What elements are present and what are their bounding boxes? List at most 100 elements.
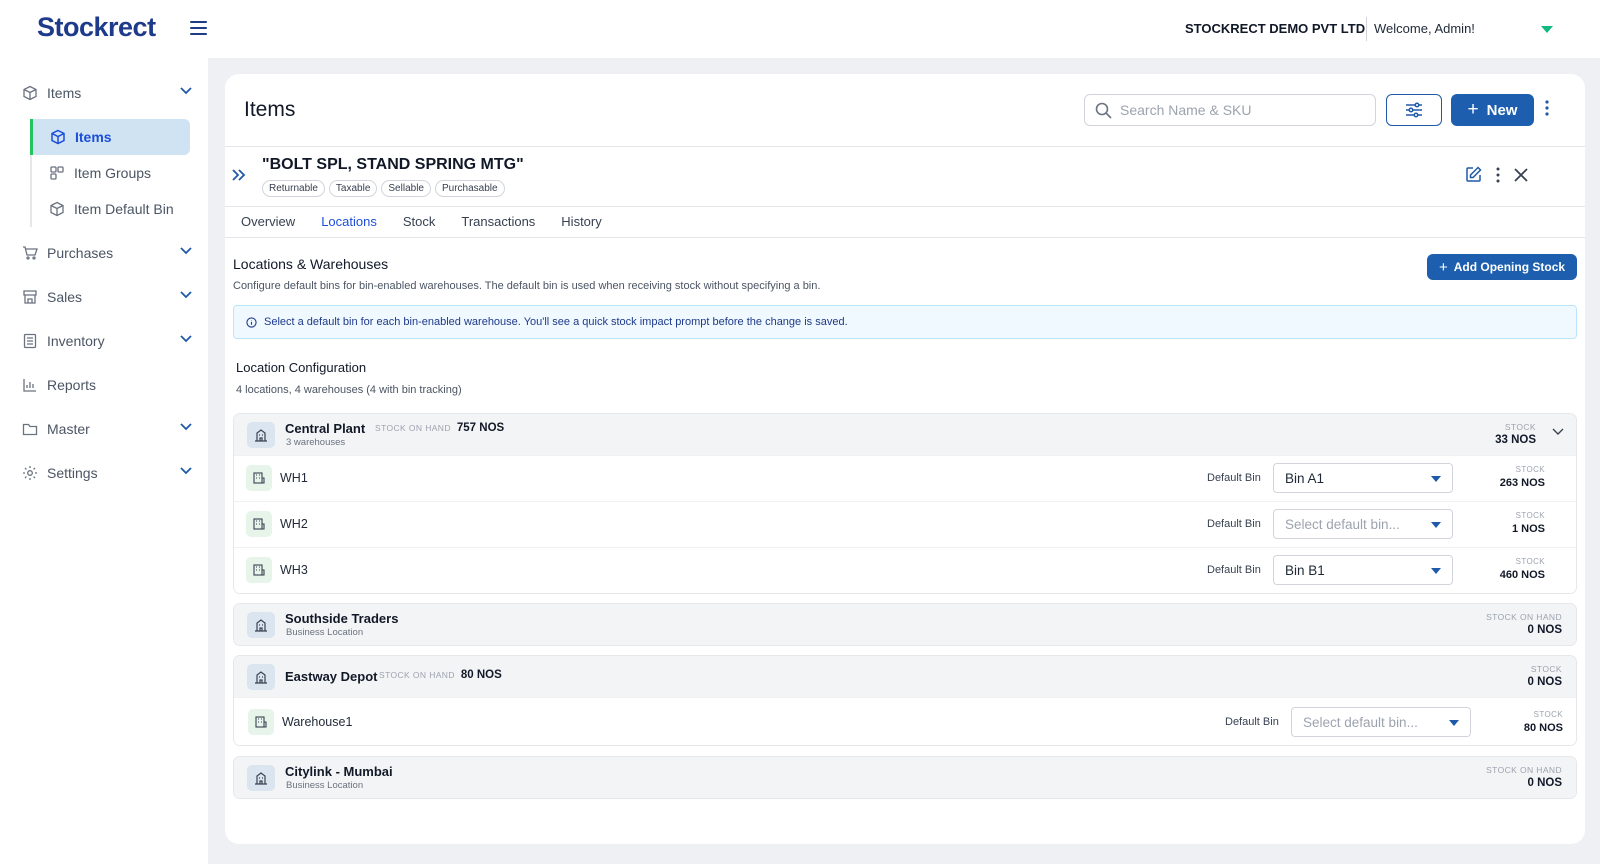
more-vertical-icon[interactable] [1496,167,1500,183]
location-group-central-plant: Central Plant 3 warehouses STOCK ON HAND… [233,413,1577,594]
chevron-down-icon[interactable] [180,467,192,475]
chevron-down-icon[interactable] [180,291,192,299]
config-subtitle: 4 locations, 4 warehouses (4 with bin tr… [236,384,462,396]
default-bin-label: Default Bin [1207,518,1261,530]
location-group-eastway-depot: Eastway Depot STOCK ON HAND 80 NOS STOCK… [233,655,1577,746]
location-stock: STOCK ON HAND 0 NOS [1486,612,1562,636]
default-bin-select[interactable]: Bin A1 [1273,463,1453,493]
location-header[interactable]: Eastway Depot STOCK ON HAND 80 NOS STOCK… [234,656,1576,697]
stock-on-hand: STOCK ON HAND 80 NOS [379,669,502,681]
sidebar-subitem-label: Item Groups [74,165,152,181]
chevron-down-icon[interactable] [180,87,192,95]
building-icon [247,664,275,690]
tab-transactions[interactable]: Transactions [461,214,535,235]
search-box[interactable] [1084,94,1376,126]
chart-icon [23,379,36,392]
new-button[interactable]: + New [1451,94,1534,126]
section-title: Locations & Warehouses [233,256,389,272]
warehouse-name: WH2 [280,517,308,531]
dropdown-caret-icon [1449,720,1459,726]
sidebar-item-master[interactable]: Master [22,416,192,442]
close-icon[interactable] [1514,167,1528,182]
location-header[interactable]: Central Plant 3 warehouses STOCK ON HAND… [234,414,1576,455]
default-bin-select[interactable]: Select default bin... [1291,707,1471,737]
sidebar-subitem-label: Items [75,129,112,145]
chevron-down-icon[interactable] [180,423,192,431]
stock-on-hand: STOCK ON HAND 757 NOS [375,422,505,434]
location-sub: Business Location [286,627,364,638]
tag-badge: Taxable [328,180,378,197]
sidebar-item-purchases[interactable]: Purchases [22,240,192,266]
location-sub: Business Location [286,780,364,791]
items-card: Items +New "BOLT SPL, STAND SPRING MTG" … [225,74,1585,844]
warehouse-icon [246,557,272,583]
sidebar-subitem-item-groups[interactable]: Item Groups [30,155,190,191]
location-header[interactable]: Citylink - Mumbai Business Location STOC… [234,757,1576,798]
cube-icon [23,85,37,101]
sidebar-item-reports[interactable]: Reports [22,372,192,398]
user-menu-caret-icon[interactable] [1541,26,1553,33]
tab-stock[interactable]: Stock [403,214,436,235]
app-logo[interactable]: Stockrect [37,12,156,43]
sidebar-subitem-items[interactable]: Items [30,119,190,155]
filter-button[interactable] [1386,94,1442,126]
sidebar-item-label: Settings [47,465,98,481]
default-bin-select[interactable]: Select default bin... [1273,509,1453,539]
expand-double-chevron-icon[interactable] [232,169,246,181]
location-header[interactable]: Southside Traders Business Location STOC… [234,604,1576,645]
location-name: Central Plant [285,421,366,436]
tag-badge: Returnable [262,180,325,197]
chevron-down-icon[interactable] [180,335,192,343]
chevron-down-icon[interactable] [180,247,192,255]
location-stock: STOCK 33 NOS [1495,422,1536,446]
tab-locations[interactable]: Locations [321,214,377,235]
tab-bar: Overview Locations Stock Transactions Hi… [241,214,628,235]
sidebar-subitem-item-default-bin[interactable]: Item Default Bin [30,191,190,227]
edit-icon[interactable] [1465,166,1482,183]
warehouse-row: WH1 Default Bin Bin A1 STOCK 263 NOS [234,455,1576,501]
sidebar-item-label: Items [47,85,82,101]
location-stock: STOCK ON HAND 0 NOS [1486,765,1562,789]
default-bin-select[interactable]: Bin B1 [1273,555,1453,585]
company-name: STOCKRECT DEMO PVT LTD [1185,21,1366,36]
default-bin-label: Default Bin [1207,472,1261,484]
plus-icon: + [1438,258,1448,276]
search-icon [1095,102,1112,119]
warehouse-icon [248,709,274,735]
top-bar: Stockrect STOCKRECT DEMO PVT LTD Welcome… [0,0,1600,58]
dropdown-caret-icon [1431,476,1441,482]
building-icon [247,612,275,638]
detail-actions [1465,166,1528,183]
location-sub: 3 warehouses [286,437,346,448]
warehouse-name: WH3 [280,563,308,577]
cube-icon [50,201,64,217]
location-name: Eastway Depot [285,669,378,684]
sidebar-item-items[interactable]: Items [22,80,192,106]
sidebar-item-inventory[interactable]: Inventory [22,328,192,354]
tab-history[interactable]: History [561,214,601,235]
location-stock: STOCK 0 NOS [1527,664,1562,688]
welcome-text: Welcome, Admin! [1374,21,1475,36]
sliders-icon [1406,102,1422,118]
section-subtitle: Configure default bins for bin-enabled w… [233,280,821,292]
chevron-down-icon[interactable] [1552,428,1564,436]
menu-toggle-icon[interactable] [190,21,207,35]
search-input[interactable] [1120,102,1360,118]
tag-badge: Purchasable [434,180,505,197]
sidebar-item-settings[interactable]: Settings [22,460,192,486]
sidebar-item-sales[interactable]: Sales [22,284,192,310]
item-name: "BOLT SPL, STAND SPRING MTG" [262,156,524,173]
location-name: Citylink - Mumbai [285,764,393,779]
config-title: Location Configuration [236,360,367,375]
groups-icon [50,166,64,180]
cart-icon [23,246,38,260]
sidebar: Items Items Item Groups Item Default Bin… [0,58,208,864]
more-vertical-icon[interactable] [1545,100,1549,116]
tab-overview[interactable]: Overview [241,214,295,235]
plus-icon: + [1467,99,1479,120]
add-opening-stock-button[interactable]: + Add Opening Stock [1427,254,1577,280]
location-name: Southside Traders [285,611,399,626]
sidebar-item-label: Inventory [47,333,105,349]
sidebar-item-label: Master [47,421,90,437]
cube-icon [51,129,65,145]
